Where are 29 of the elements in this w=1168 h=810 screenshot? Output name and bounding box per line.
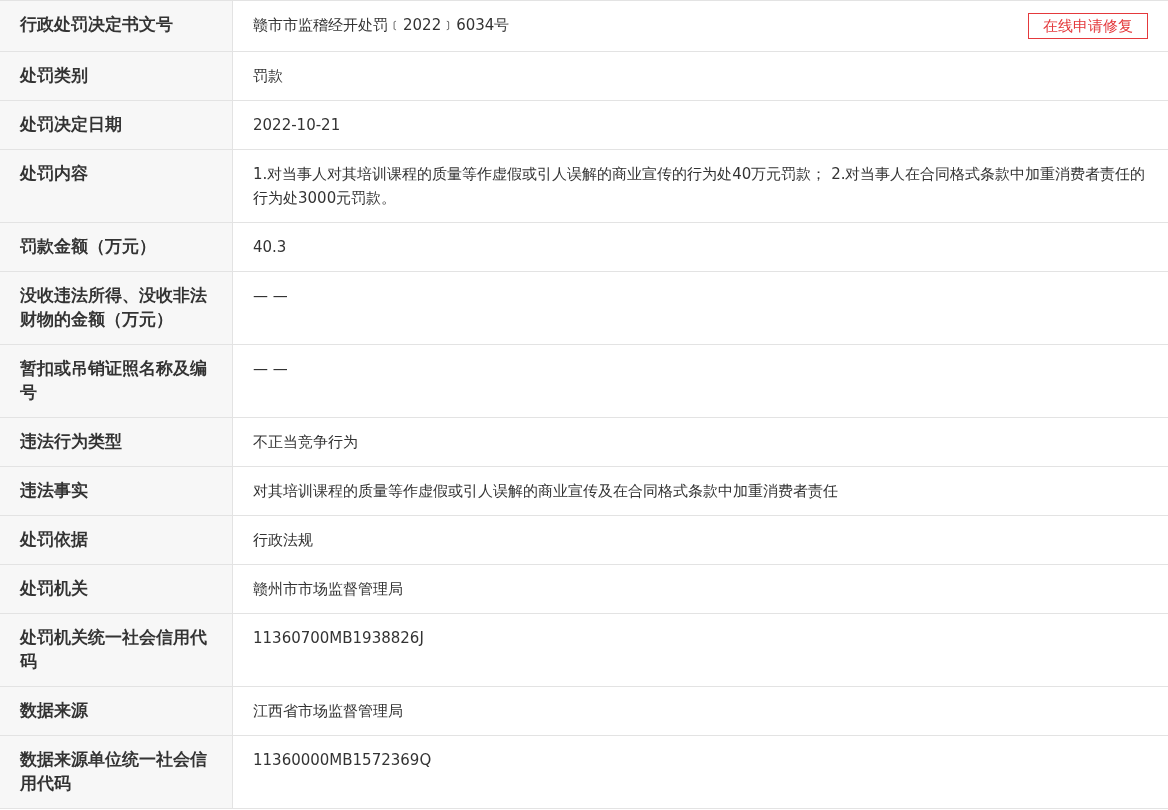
field-label: 违法行为类型 (20, 431, 123, 453)
field-value: — — (253, 359, 288, 380)
field-value: 罚款 (253, 66, 283, 87)
field-value: — — (253, 286, 288, 307)
field-label: 处罚内容 (20, 163, 89, 185)
field-label: 违法事实 (20, 480, 89, 502)
field-value: 2022-10-21 (253, 115, 341, 136)
field-label: 行政处罚决定书文号 (20, 14, 174, 36)
field-value: 40.3 (253, 237, 287, 258)
repair-request-button[interactable]: 在线申请修复 (1028, 13, 1148, 39)
field-label: 处罚依据 (20, 529, 89, 551)
field-value: 江西省市场监督管理局 (253, 701, 403, 722)
field-value: 不正当竞争行为 (253, 432, 358, 453)
field-value: 11360000MB1572369Q (253, 750, 432, 771)
field-value: 行政法规 (253, 530, 313, 551)
field-value: 11360700MB1938826J (253, 628, 424, 649)
field-label: 暂扣或吊销证照名称及编号 (20, 358, 208, 404)
field-value: 对其培训课程的质量等作虚假或引人误解的商业宣传及在合同格式条款中加重消费者责任 (253, 481, 838, 502)
field-value: 赣州市市场监督管理局 (253, 579, 403, 600)
field-label: 数据来源单位统一社会信用代码 (20, 749, 208, 795)
field-label: 处罚机关统一社会信用代码 (20, 627, 208, 673)
field-label: 数据来源 (20, 700, 89, 722)
field-label: 没收违法所得、没收非法财物的金额（万元） (20, 285, 208, 331)
field-value: 1.对当事人对其培训课程的质量等作虚假或引人误解的商业宣传的行为处40万元罚款； 2.对当事人在合同格式条款中加重消费者责任的行为处3000元罚款。 (253, 164, 1147, 209)
field-label: 处罚机关 (20, 578, 89, 600)
field-label: 处罚决定日期 (20, 114, 123, 136)
field-label: 处罚类别 (20, 65, 89, 87)
field-label: 罚款金额（万元） (20, 236, 157, 258)
field-value: 赣市市监稽经开处罚﹝2022﹞6034号 (253, 15, 510, 36)
